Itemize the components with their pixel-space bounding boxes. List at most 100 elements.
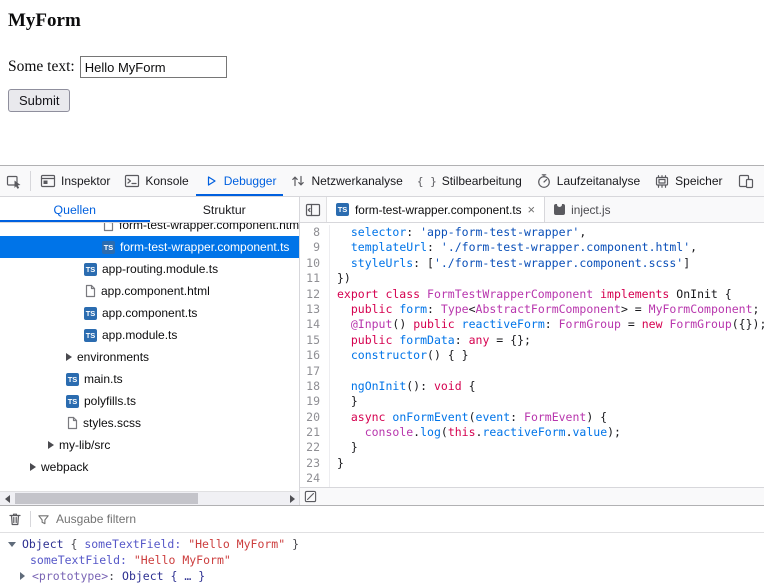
line-number: 19 — [300, 394, 330, 409]
tree-item[interactable]: environments — [0, 346, 299, 368]
responsive-design-mode-button[interactable] — [732, 166, 760, 196]
netmonitor-panel-icon — [290, 173, 306, 189]
tree-item[interactable]: my-lib/src — [0, 434, 299, 456]
line-number: 21 — [300, 425, 330, 440]
expand-twisty-icon[interactable] — [8, 542, 16, 547]
tree-item[interactable]: app.component.html — [0, 280, 299, 302]
source-editor: TSform-test-wrapper.component.ts×inject.… — [300, 197, 764, 505]
console-row[interactable]: someTextField: "Hello MyForm" — [0, 552, 764, 568]
code-line: 11}) — [300, 271, 764, 286]
tab-label: Stilbearbeitung — [442, 174, 522, 188]
sidebar-tab-quellen[interactable]: Quellen — [0, 197, 150, 222]
ts-file-icon: TS — [102, 241, 115, 254]
responsive-design-mode-icon — [738, 173, 754, 189]
pick-element-button[interactable] — [0, 166, 28, 196]
devtools-panel: Inspektor KonsoleDebuggerNetzwerkanalyse{… — [0, 165, 764, 585]
tab-console[interactable]: Konsole — [117, 166, 195, 196]
tree-item[interactable]: TSapp.module.ts — [0, 324, 299, 346]
line-number: 23 — [300, 456, 330, 471]
tree-item[interactable]: TSmain.ts — [0, 368, 299, 390]
console-panel-icon — [124, 173, 140, 189]
console-toolbar-separator — [30, 511, 31, 527]
devtools-toolbar: Inspektor KonsoleDebuggerNetzwerkanalyse{… — [0, 166, 764, 197]
code-text: } — [330, 456, 344, 471]
tab-inspector[interactable]: Inspektor — [33, 166, 117, 196]
code-text — [330, 471, 337, 486]
code-line: 9 templateUrl: './form-test-wrapper.comp… — [300, 240, 764, 255]
tab-performance[interactable]: Laufzeitanalyse — [529, 166, 647, 196]
line-number: 20 — [300, 410, 330, 425]
sidebar-tab-struktur[interactable]: Struktur — [150, 197, 300, 222]
console-output: Object { someTextField: "Hello MyForm" }… — [0, 533, 764, 584]
scroll-left-arrow-icon[interactable] — [0, 492, 14, 505]
ts-file-icon: TS — [66, 395, 79, 408]
line-number: 18 — [300, 379, 330, 394]
tree-item[interactable]: webpack — [0, 456, 299, 478]
line-number: 24 — [300, 471, 330, 486]
tree-item-label: app-routing.module.ts — [102, 262, 218, 276]
tab-styleeditor[interactable]: { }Stilbearbeitung — [410, 166, 529, 196]
filter-icon — [37, 513, 50, 526]
debugger-sidebar: Quellen Struktur form-test-wrapper.compon… — [0, 197, 300, 505]
trash-icon — [8, 512, 22, 526]
code-line: 15 public formData: any = {}; — [300, 333, 764, 348]
some-text-input[interactable] — [80, 56, 227, 78]
tree-item[interactable]: TSpolyfills.ts — [0, 390, 299, 412]
editor-tab[interactable]: inject.js — [545, 197, 619, 222]
tree-item-label: app.component.html — [101, 284, 210, 298]
sources-pane-toggle-button[interactable] — [300, 197, 327, 222]
tree-item[interactable]: TSform-test-wrapper.component.ts — [0, 236, 299, 258]
screenshot-root: { "theme": { "accent_blue": "#0060df", "… — [0, 0, 764, 585]
debugger-panel: Quellen Struktur form-test-wrapper.compon… — [0, 197, 764, 505]
sidebar-tab-label: Struktur — [203, 203, 246, 217]
toolbar-separator — [30, 171, 31, 191]
blackbox-source-icon — [304, 490, 317, 503]
performance-panel-icon — [536, 173, 552, 189]
line-number: 15 — [300, 333, 330, 348]
tab-memory[interactable]: Speicher — [647, 166, 729, 196]
tab-debugger[interactable]: Debugger — [196, 166, 284, 196]
scrollbar-thumb[interactable] — [15, 493, 198, 504]
editor-tab-label: form-test-wrapper.component.ts — [355, 203, 522, 217]
code-line: 16 constructor() { } — [300, 348, 764, 363]
form-row: Some text: — [8, 56, 756, 78]
line-number: 12 — [300, 287, 330, 302]
code-view[interactable]: 8 selector: 'app-form-test-wrapper',9 te… — [300, 223, 764, 487]
close-tab-icon[interactable]: × — [528, 203, 536, 216]
devtools-toolbar-tabs: Inspektor KonsoleDebuggerNetzwerkanalyse{… — [33, 166, 730, 196]
tab-label: Laufzeitanalyse — [557, 174, 640, 188]
line-number: 13 — [300, 302, 330, 317]
form-label: Some text: — [8, 58, 75, 76]
inspector-panel-icon — [40, 173, 56, 189]
file-icon — [84, 284, 96, 298]
clear-console-button[interactable] — [6, 512, 24, 526]
console-row[interactable]: Object { someTextField: "Hello MyForm" } — [0, 536, 764, 552]
code-text: styleUrls: ['./form-test-wrapper.compone… — [330, 256, 690, 271]
tree-item[interactable]: TSapp-routing.module.ts — [0, 258, 299, 280]
code-text: templateUrl: './form-test-wrapper.compon… — [330, 240, 697, 255]
console-filter-input[interactable] — [56, 512, 758, 526]
tree-item[interactable]: form-test-wrapper.component.html — [0, 223, 299, 236]
code-text: export class FormTestWrapperComponent im… — [330, 287, 732, 302]
console-row[interactable]: <prototype>: Object { … } — [0, 568, 764, 584]
tree-item[interactable]: TSapp.component.ts — [0, 302, 299, 324]
tab-label: Inspektor — [61, 174, 110, 188]
line-number: 8 — [300, 225, 330, 240]
horizontal-scrollbar[interactable] — [0, 491, 299, 505]
code-line: 20 async onFormEvent(event: FormEvent) { — [300, 410, 764, 425]
sources-pane-toggle-icon — [305, 202, 321, 218]
code-text: constructor() { } — [330, 348, 469, 363]
blackbox-source-button[interactable] — [304, 490, 317, 503]
collapse-twisty-icon[interactable] — [20, 572, 25, 580]
code-line: 8 selector: 'app-form-test-wrapper', — [300, 225, 764, 240]
tree-item-label: app.component.ts — [102, 306, 197, 320]
tab-netmonitor[interactable]: Netzwerkanalyse — [283, 166, 409, 196]
editor-tab[interactable]: TSform-test-wrapper.component.ts× — [327, 197, 545, 222]
tree-item[interactable]: styles.scss — [0, 412, 299, 434]
submit-button[interactable]: Submit — [8, 89, 70, 112]
scroll-right-arrow-icon[interactable] — [285, 492, 299, 505]
code-text: public form: Type<AbstractFormComponent>… — [330, 302, 759, 317]
pick-element-icon — [6, 173, 22, 189]
source-tree: form-test-wrapper.component.htmlTSform-t… — [0, 223, 299, 491]
line-number: 17 — [300, 364, 330, 379]
